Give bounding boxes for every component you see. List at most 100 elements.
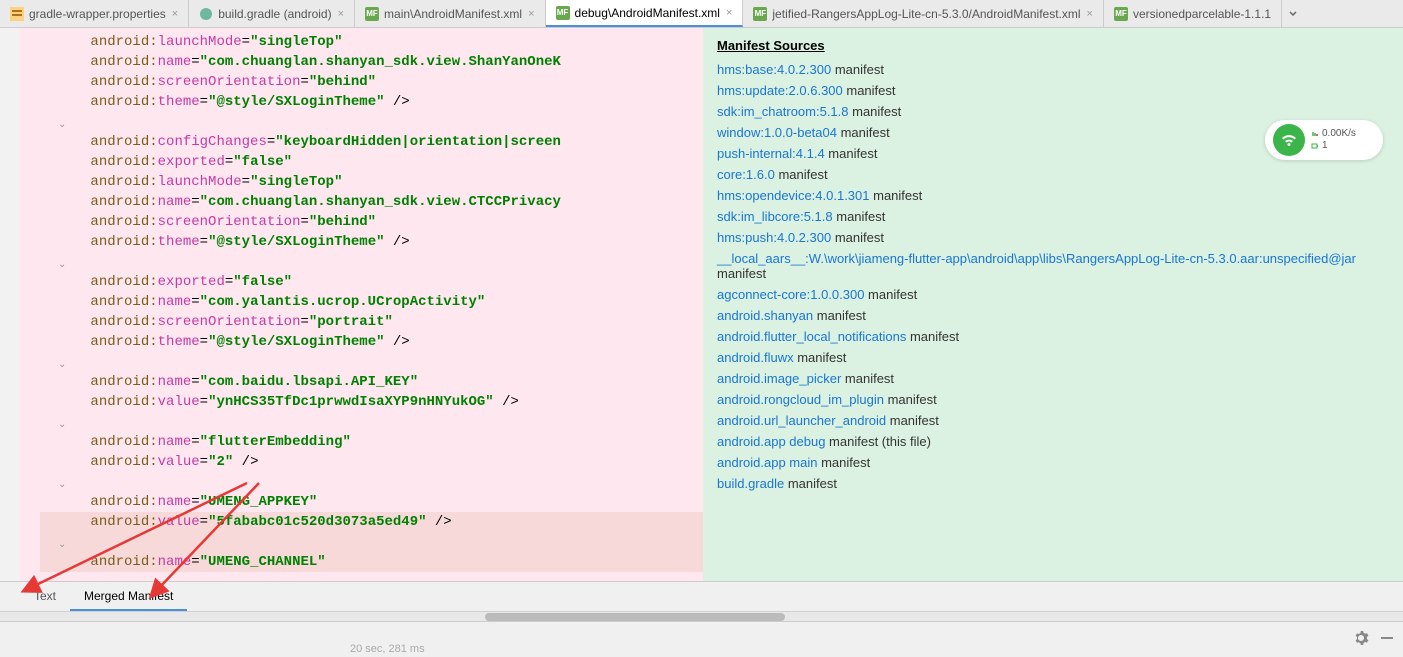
code-line[interactable]: android:name="com.yalantis.ucrop.UCropAc…: [40, 292, 703, 312]
code-line[interactable]: android:launchMode="singleTop": [40, 172, 703, 192]
source-link[interactable]: android.image_picker: [717, 371, 841, 386]
source-link[interactable]: hms:push:4.0.2.300: [717, 230, 831, 245]
code-line[interactable]: android:screenOrientation="behind": [40, 72, 703, 92]
bottom-tabs: Text Merged Manifest: [0, 581, 1403, 611]
code-line[interactable]: android:value="ynHCS35TfDc1prwwdIsaXYP9n…: [40, 392, 703, 412]
source-link[interactable]: android.url_launcher_android: [717, 413, 886, 428]
source-text: manifest: [784, 476, 837, 491]
source-link[interactable]: __local_aars__:W.\work\jiameng-flutter-a…: [717, 251, 1356, 266]
source-link[interactable]: android.app main: [717, 455, 817, 470]
manifest-icon: MF: [365, 7, 379, 21]
horizontal-scrollbar[interactable]: [0, 611, 1403, 621]
bottom-tab-merged-manifest[interactable]: Merged Manifest: [70, 583, 187, 611]
fold-toggle[interactable]: ⌄: [58, 416, 66, 436]
close-icon[interactable]: ×: [172, 8, 178, 20]
source-link[interactable]: push-internal:4.1.4: [717, 146, 825, 161]
code-line[interactable]: android:screenOrientation="behind": [40, 212, 703, 232]
code-line[interactable]: android:name="UMENG_APPKEY": [40, 492, 703, 512]
properties-icon: [10, 7, 24, 21]
code-line[interactable]: [40, 472, 703, 492]
tab-label: build.gradle (android): [218, 7, 331, 21]
source-text: manifest: [906, 329, 959, 344]
source-link[interactable]: hms:base:4.0.2.300: [717, 62, 831, 77]
source-text: manifest: [884, 392, 937, 407]
code-line[interactable]: [40, 112, 703, 132]
source-text: manifest: [870, 188, 923, 203]
source-text: manifest: [837, 125, 890, 140]
source-link[interactable]: hms:update:2.0.6.300: [717, 83, 843, 98]
manifest-sources-pane[interactable]: Manifest Sources hms:base:4.0.2.300 mani…: [703, 28, 1403, 581]
fold-toggle[interactable]: ⌄: [58, 476, 66, 496]
source-item: android.flutter_local_notifications mani…: [717, 326, 1389, 347]
source-text: manifest: [833, 209, 886, 224]
code-line[interactable]: android:name="com.chuanglan.shanyan_sdk.…: [40, 192, 703, 212]
gutter: [0, 28, 20, 581]
code-line[interactable]: android:name="flutterEmbedding": [40, 432, 703, 452]
source-link[interactable]: sdk:im_libcore:5.1.8: [717, 209, 833, 224]
source-text: manifest: [864, 287, 917, 302]
code-line[interactable]: android:theme="@style/SXLoginTheme" />: [40, 232, 703, 252]
code-editor-pane[interactable]: android:launchMode="singleTop" android:n…: [0, 28, 703, 581]
source-text: manifest: [849, 104, 902, 119]
source-item: sdk:im_chatroom:5.1.8 manifest: [717, 101, 1389, 122]
editor-tabs-bar: gradle-wrapper.properties × build.gradle…: [0, 0, 1403, 28]
tab-label: gradle-wrapper.properties: [29, 7, 166, 21]
source-link[interactable]: hms:opendevice:4.0.1.301: [717, 188, 870, 203]
code-line[interactable]: android:exported="false": [40, 152, 703, 172]
source-item: android.rongcloud_im_plugin manifest: [717, 389, 1389, 410]
code-line[interactable]: android:theme="@style/SXLoginTheme" />: [40, 332, 703, 352]
fold-toggle[interactable]: ⌄: [58, 536, 66, 556]
code-line[interactable]: [40, 532, 703, 552]
code-line[interactable]: android:launchMode="singleTop": [40, 32, 703, 52]
close-icon[interactable]: ×: [338, 8, 344, 20]
code-line[interactable]: android:name="com.baidu.lbsapi.API_KEY": [40, 372, 703, 392]
code-line[interactable]: [40, 352, 703, 372]
code-line[interactable]: android:name="UMENG_CHANNEL": [40, 552, 703, 572]
tab-versionedparcelable[interactable]: MF versionedparcelable-1.1.1: [1104, 0, 1282, 27]
tab-label: jetified-RangersAppLog-Lite-cn-5.3.0/And…: [772, 7, 1080, 21]
tab-main-manifest[interactable]: MF main\AndroidManifest.xml ×: [355, 0, 546, 27]
minimize-icon[interactable]: [1379, 630, 1395, 649]
tab-debug-manifest[interactable]: MF debug\AndroidManifest.xml ×: [546, 0, 744, 27]
tab-build-gradle[interactable]: build.gradle (android) ×: [189, 0, 355, 27]
source-text: manifest: [813, 308, 866, 323]
scroll-thumb[interactable]: [485, 613, 785, 621]
tab-label: main\AndroidManifest.xml: [384, 7, 522, 21]
source-item: android.url_launcher_android manifest: [717, 410, 1389, 431]
code-line[interactable]: [40, 412, 703, 432]
code-line[interactable]: [40, 252, 703, 272]
source-item: hms:base:4.0.2.300 manifest: [717, 59, 1389, 80]
source-link[interactable]: agconnect-core:1.0.0.300: [717, 287, 864, 302]
source-link[interactable]: android.flutter_local_notifications: [717, 329, 906, 344]
tabs-overflow-chevron[interactable]: [1282, 0, 1304, 27]
code-line[interactable]: android:exported="false": [40, 272, 703, 292]
fold-toggle[interactable]: ⌄: [58, 256, 66, 276]
source-item: hms:opendevice:4.0.1.301 manifest: [717, 185, 1389, 206]
main-content: android:launchMode="singleTop" android:n…: [0, 28, 1403, 581]
close-icon[interactable]: ×: [726, 7, 732, 19]
bottom-tab-text[interactable]: Text: [20, 583, 70, 611]
source-link[interactable]: sdk:im_chatroom:5.1.8: [717, 104, 849, 119]
code-line[interactable]: android:value="2" />: [40, 452, 703, 472]
network-overlay[interactable]: 0.00K/s 1: [1265, 120, 1383, 160]
gear-icon[interactable]: [1353, 630, 1369, 649]
code-line[interactable]: android:theme="@style/SXLoginTheme" />: [40, 92, 703, 112]
fold-toggle[interactable]: ⌄: [58, 356, 66, 376]
source-link[interactable]: build.gradle: [717, 476, 784, 491]
source-link[interactable]: core:1.6.0: [717, 167, 775, 182]
code-line[interactable]: android:configChanges="keyboardHidden|or…: [40, 132, 703, 152]
fold-toggle[interactable]: ⌄: [58, 116, 66, 136]
source-link[interactable]: android.rongcloud_im_plugin: [717, 392, 884, 407]
close-icon[interactable]: ×: [1087, 8, 1093, 20]
tab-gradle-wrapper-properties[interactable]: gradle-wrapper.properties ×: [0, 0, 189, 27]
close-icon[interactable]: ×: [528, 8, 534, 20]
source-item: build.gradle manifest: [717, 473, 1389, 494]
source-link[interactable]: android.shanyan: [717, 308, 813, 323]
source-link[interactable]: window:1.0.0-beta04: [717, 125, 837, 140]
source-link[interactable]: android.app debug: [717, 434, 825, 449]
code-line[interactable]: android:screenOrientation="portrait": [40, 312, 703, 332]
code-line[interactable]: android:value="5fababc01c520d3073a5ed49"…: [40, 512, 703, 532]
source-link[interactable]: android.fluwx: [717, 350, 794, 365]
tab-jetified-rangers[interactable]: MF jetified-RangersAppLog-Lite-cn-5.3.0/…: [743, 0, 1104, 27]
code-line[interactable]: android:name="com.chuanglan.shanyan_sdk.…: [40, 52, 703, 72]
